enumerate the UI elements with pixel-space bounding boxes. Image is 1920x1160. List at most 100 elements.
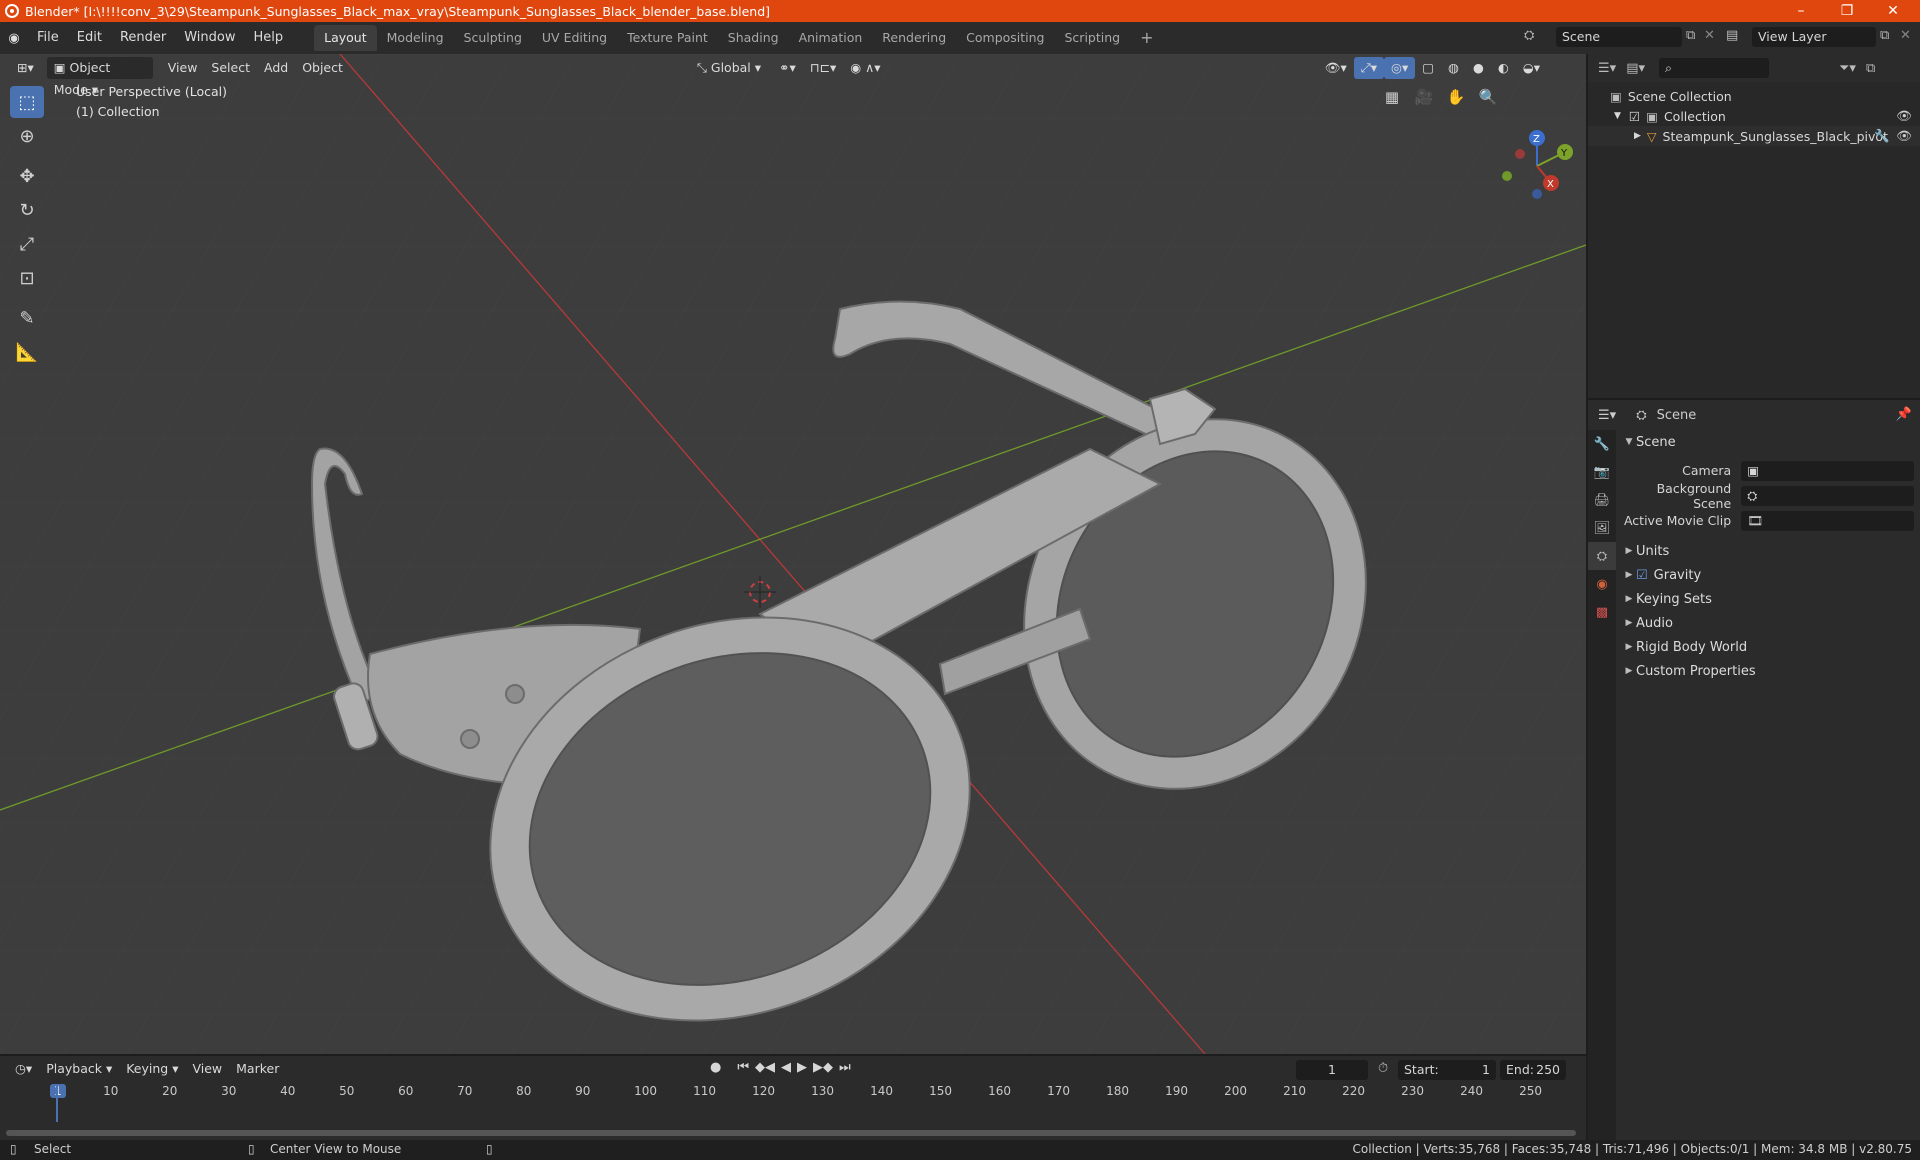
measure-tool-icon[interactable]: 📐 (10, 336, 44, 368)
viewport-menu-object[interactable]: Object (295, 57, 350, 79)
display-mode-icon[interactable]: ▤▾ (1626, 61, 1645, 76)
playhead[interactable] (56, 1084, 58, 1122)
gravity-section[interactable]: ▶ ☑ Gravity (1622, 563, 1914, 587)
material-shading-icon[interactable]: ◐ (1491, 57, 1516, 79)
background-scene-field[interactable]: ⛭ (1741, 485, 1914, 506)
rotate-tool-icon[interactable]: ↻ (10, 194, 44, 226)
keying-sets-section[interactable]: ▶ Keying Sets (1622, 587, 1914, 611)
timeline-menu-playback[interactable]: Playback ▾ (39, 1058, 119, 1080)
expand-object-icon[interactable]: ▶ (1634, 131, 1641, 141)
snap-icon[interactable]: ⊓⊏▾ (803, 57, 844, 79)
add-workspace-icon[interactable]: + (1130, 25, 1163, 51)
menu-edit[interactable]: Edit (68, 26, 111, 50)
outliner-search-input[interactable]: ⌕ (1659, 58, 1769, 78)
units-section[interactable]: ▶ Units (1622, 539, 1914, 563)
viewport-scene[interactable]: Z Y X (0, 54, 1586, 1054)
outliner-row-scene-collection[interactable]: ▣ Scene Collection (1588, 86, 1920, 106)
properties-editor-icon[interactable]: ☰▾ (1598, 408, 1616, 423)
menu-file[interactable]: File (28, 26, 68, 50)
zoom-icon[interactable]: 🔍 (1476, 88, 1500, 112)
menu-render[interactable]: Render (111, 26, 175, 50)
delete-view-layer-icon[interactable]: ✕ (1900, 28, 1911, 43)
close-button[interactable]: ✕ (1870, 0, 1916, 22)
jump-start-icon[interactable]: ⏮ (737, 1060, 749, 1075)
outliner-row-object[interactable]: ▶ ▽ Steampunk_Sunglasses_Black_pivot 🔧 👁 (1588, 126, 1920, 146)
tab-texture-paint[interactable]: Texture Paint (617, 25, 718, 51)
expand-collection-icon[interactable]: ▼ (1614, 111, 1621, 121)
movie-clip-field[interactable]: 🎞 (1741, 510, 1914, 531)
wireframe-shading-icon[interactable]: ◍ (1441, 57, 1466, 79)
solid-shading-icon[interactable]: ● (1466, 57, 1491, 79)
tool-tab-icon[interactable]: 🔧 (1588, 430, 1616, 458)
menu-window[interactable]: Window (175, 26, 244, 50)
3d-viewport[interactable]: Z Y X ⊞▾ ▣ Object Mode ▾ View Select Add… (0, 54, 1586, 1054)
minimize-button[interactable]: – (1778, 0, 1824, 22)
grid-view-icon[interactable]: ▦ (1380, 88, 1404, 112)
jump-end-icon[interactable]: ⏭ (839, 1060, 851, 1075)
view-layer-field[interactable]: View Layer (1752, 27, 1876, 47)
tab-shading[interactable]: Shading (718, 25, 789, 51)
texture-tab-icon[interactable]: ▩ (1588, 598, 1616, 626)
modifier-wrench-icon[interactable]: 🔧 (1874, 128, 1890, 144)
start-frame-field[interactable]: Start: 1 (1398, 1060, 1496, 1080)
editor-type-icon[interactable]: ⊞▾ (10, 57, 41, 79)
xray-icon[interactable]: ▢ (1415, 57, 1441, 79)
blender-menu-icon[interactable]: ◉ (0, 31, 28, 46)
tab-compositing[interactable]: Compositing (956, 25, 1054, 51)
collection-eye-icon[interactable]: 👁 (1896, 108, 1912, 124)
tab-layout[interactable]: Layout (314, 25, 377, 51)
pin-icon[interactable]: 📌 (1896, 407, 1912, 422)
custom-properties-section[interactable]: ▶ Custom Properties (1622, 659, 1914, 683)
view-layer-icon[interactable]: ▤ (1726, 28, 1738, 43)
end-frame-field[interactable]: End: 250 (1500, 1060, 1566, 1080)
prev-keyframe-icon[interactable]: ◆◀ (755, 1060, 775, 1075)
viewport-menu-view[interactable]: View (161, 57, 205, 79)
overlay-toggle-icon[interactable]: ◎▾ (1384, 57, 1416, 79)
timeline-menu-keying[interactable]: Keying ▾ (119, 1058, 185, 1080)
new-scene-icon[interactable]: ⧉ (1686, 28, 1695, 43)
world-tab-icon[interactable]: ◉ (1588, 570, 1616, 598)
timeline-editor-icon[interactable]: ◷▾ (8, 1058, 39, 1080)
viewport-menu-select[interactable]: Select (204, 57, 257, 79)
camera-field[interactable]: ▣ (1741, 460, 1914, 481)
tab-rendering[interactable]: Rendering (872, 25, 956, 51)
outliner-editor-icon[interactable]: ☰▾ (1598, 61, 1616, 76)
proportional-edit-icon[interactable]: ◉ ∧▾ (843, 57, 887, 79)
outliner-row-collection[interactable]: ▼ ☑ ▣ Collection 👁 (1588, 106, 1920, 126)
rigid-body-world-section[interactable]: ▶ Rigid Body World (1622, 635, 1914, 659)
output-tab-icon[interactable]: 🖨 (1588, 486, 1616, 514)
timeline-menu-marker[interactable]: Marker (229, 1058, 286, 1080)
gizmo-toggle-icon[interactable]: ⤢▾ (1353, 57, 1385, 79)
tab-modeling[interactable]: Modeling (377, 25, 454, 51)
tab-animation[interactable]: Animation (789, 25, 873, 51)
maximize-button[interactable]: ❐ (1824, 0, 1870, 22)
viewport-menu-add[interactable]: Add (257, 57, 295, 79)
new-view-layer-icon[interactable]: ⧉ (1880, 28, 1889, 43)
tab-sculpting[interactable]: Sculpting (454, 25, 532, 51)
timeline-menu-view[interactable]: View (185, 1058, 229, 1080)
collection-checkbox[interactable]: ☑ (1629, 109, 1640, 124)
orientation-select[interactable]: ⤡ Global ▾ (690, 57, 768, 79)
new-collection-icon[interactable]: ⧉ (1866, 61, 1875, 76)
mode-select[interactable]: ▣ Object Mode ▾ (46, 57, 153, 97)
filter-icon[interactable]: ⏷▾ (1839, 61, 1856, 76)
annotate-tool-icon[interactable]: ✎ (10, 302, 44, 334)
pivot-point-icon[interactable]: ⚭▾ (772, 57, 803, 79)
scene-tab-icon[interactable]: ⛭ (1588, 542, 1616, 570)
current-frame-field[interactable]: 1 (1296, 1060, 1368, 1080)
menu-help[interactable]: Help (245, 26, 293, 50)
scene-section-header[interactable]: ▼ Scene (1622, 430, 1914, 454)
render-tab-icon[interactable]: 📷 (1588, 458, 1616, 486)
frame-ruler[interactable]: 1102030405060708090100110120130140150160… (0, 1084, 1586, 1102)
tab-uv-editing[interactable]: UV Editing (532, 25, 617, 51)
delete-scene-icon[interactable]: ✕ (1704, 28, 1715, 43)
pan-hand-icon[interactable]: ✋ (1444, 88, 1468, 112)
visibility-icon[interactable]: 👁▾ (1318, 57, 1354, 79)
timeline-scrollbar[interactable] (6, 1130, 1576, 1136)
tab-scripting[interactable]: Scripting (1055, 25, 1131, 51)
move-tool-icon[interactable]: ✥ (10, 160, 44, 192)
play-reverse-icon[interactable]: ◀ (781, 1060, 791, 1075)
cursor-tool-icon[interactable]: ⊕ (10, 120, 44, 152)
select-box-icon[interactable]: ⬚ (10, 86, 44, 118)
next-keyframe-icon[interactable]: ▶◆ (813, 1060, 833, 1075)
